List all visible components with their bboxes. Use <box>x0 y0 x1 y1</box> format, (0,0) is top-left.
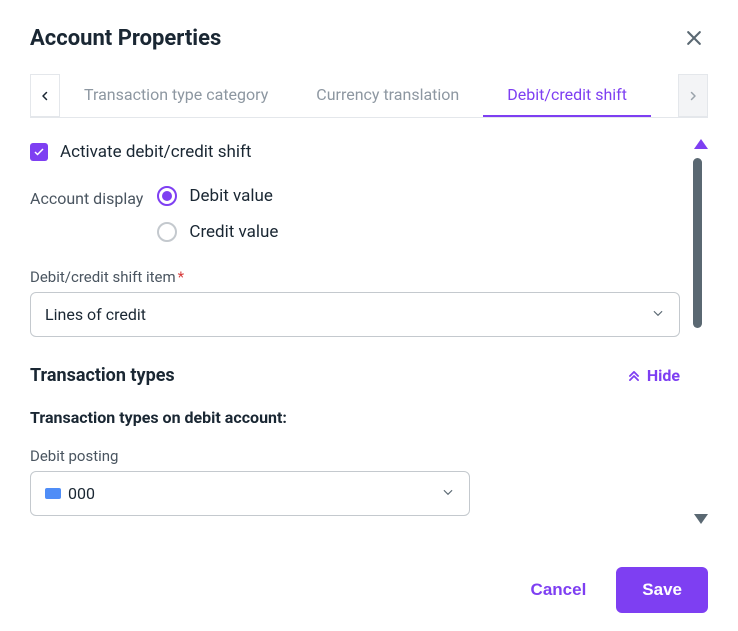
transaction-types-title: Transaction types <box>30 365 175 386</box>
tab-debit-credit-shift[interactable]: Debit/credit shift <box>483 74 651 117</box>
shift-item-label: Debit/credit shift item * <box>30 268 708 286</box>
dialog-footer: Cancel Save <box>521 567 708 613</box>
account-display-group: Account display Debit value Credit value <box>30 186 708 242</box>
tab-scroll-right-button[interactable] <box>678 74 708 117</box>
hide-toggle[interactable]: Hide <box>627 366 680 385</box>
transaction-types-header: Transaction types Hide <box>30 365 680 386</box>
chevron-right-icon <box>687 90 699 102</box>
radio-debit-label: Debit value <box>189 186 273 206</box>
shift-item-label-text: Debit/credit shift item <box>30 268 176 286</box>
content-area: Activate debit/credit shift Account disp… <box>0 118 738 538</box>
tab-currency-translation[interactable]: Currency translation <box>292 74 483 117</box>
triangle-up-icon <box>694 139 708 149</box>
activate-checkbox-row: Activate debit/credit shift <box>30 142 708 162</box>
debit-posting-label: Debit posting <box>30 447 708 465</box>
dialog-header: Account Properties <box>0 0 738 52</box>
activate-checkbox[interactable] <box>30 143 48 161</box>
debit-posting-select[interactable]: 000 <box>30 471 470 516</box>
dialog-title: Account Properties <box>30 26 221 51</box>
radio-option-credit[interactable]: Credit value <box>157 222 278 242</box>
chevron-down-icon <box>651 305 665 324</box>
shift-item-value: Lines of credit <box>45 305 146 324</box>
required-asterisk: * <box>178 268 184 286</box>
activate-checkbox-label: Activate debit/credit shift <box>60 142 251 162</box>
account-display-label: Account display <box>30 186 143 208</box>
radio-credit <box>157 222 177 242</box>
radio-debit <box>157 186 177 206</box>
close-icon <box>684 28 704 48</box>
tabs-container: Transaction type category Currency trans… <box>30 74 708 118</box>
scroll-up-indicator[interactable] <box>694 134 708 153</box>
debit-posting-text: 000 <box>68 484 95 503</box>
save-button[interactable]: Save <box>616 567 708 613</box>
cancel-button[interactable]: Cancel <box>521 568 597 612</box>
shift-item-select[interactable]: Lines of credit <box>30 292 680 337</box>
check-icon <box>33 146 45 158</box>
radio-option-debit[interactable]: Debit value <box>157 186 278 206</box>
tabs: Transaction type category Currency trans… <box>60 74 678 117</box>
chevron-left-icon <box>39 90 51 102</box>
debit-account-subsection-title: Transaction types on debit account: <box>30 408 708 427</box>
tab-transaction-type-category[interactable]: Transaction type category <box>60 74 292 117</box>
hide-label: Hide <box>647 366 680 385</box>
token-chip: 000 <box>45 484 95 503</box>
chevron-down-icon <box>441 484 455 503</box>
scrollbar-thumb[interactable] <box>693 158 702 328</box>
triangle-down-icon <box>694 514 708 524</box>
chevron-double-up-icon <box>627 369 641 383</box>
radio-credit-label: Credit value <box>189 222 278 242</box>
radio-options: Debit value Credit value <box>157 186 278 242</box>
debit-posting-value: 000 <box>45 484 95 503</box>
tab-scroll-left-button[interactable] <box>30 74 60 117</box>
close-button[interactable] <box>680 24 708 52</box>
scroll-down-indicator[interactable] <box>694 509 708 528</box>
